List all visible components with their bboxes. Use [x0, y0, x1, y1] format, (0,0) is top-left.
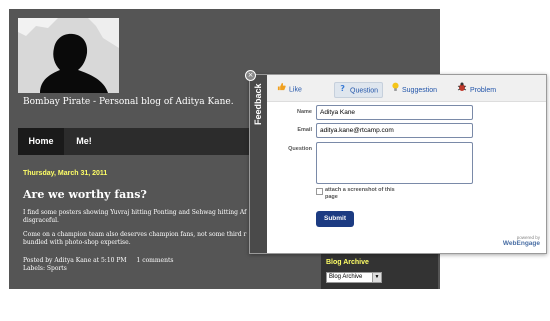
screenshot-checkbox[interactable] [316, 188, 323, 195]
silhouette-image [18, 18, 119, 93]
post-paragraph: I find some posters showing Yuvraj hitti… [23, 209, 247, 224]
comments-link[interactable]: 1 comments [136, 257, 173, 264]
archive-select[interactable]: Blog Archive ▼ [326, 272, 382, 283]
archive-select-value: Blog Archive [329, 274, 363, 280]
post-paragraph: Come on a champion team also deserves ch… [23, 231, 247, 246]
tab-suggestion[interactable]: Suggestion [392, 82, 437, 96]
tab-question[interactable]: ? Question [334, 82, 384, 98]
post-footer: Posted by Aditya Kane at 5:10 PM 1 comme… [23, 257, 173, 273]
feedback-widget: Feedback × Like ? Question Suggestion Pr… [245, 70, 547, 254]
email-label: Email [297, 127, 312, 133]
question-label: Question [288, 146, 312, 152]
tab-problem[interactable]: Problem [457, 82, 496, 96]
svg-text:?: ? [340, 83, 345, 92]
lightbulb-icon [392, 82, 399, 98]
blog-header-image [18, 18, 119, 93]
feedback-type-tabs: Like ? Question Suggestion Problem [267, 75, 546, 102]
post-author-line: Posted by Aditya Kane at 5:10 PM [23, 257, 127, 264]
name-field[interactable]: Aditya Kane [316, 105, 473, 120]
webengage-logo: WebEngage [502, 240, 540, 247]
name-label: Name [297, 109, 312, 115]
question-textarea[interactable] [316, 142, 473, 184]
chevron-down-icon[interactable]: ▼ [372, 273, 381, 282]
archive-title: Blog Archive [326, 259, 369, 266]
nav-home-link[interactable]: Home [18, 128, 64, 155]
post-labels[interactable]: Labels: Sports [23, 265, 67, 272]
blog-title: Bombay Pirate - Personal blog of Aditya … [23, 97, 234, 107]
nav-me-link[interactable]: Me! [64, 128, 104, 155]
feedback-side-tab[interactable]: Feedback [250, 75, 267, 253]
question-icon: ? [339, 83, 347, 98]
post-date: Thursday, March 31, 2011 [23, 170, 108, 177]
sidebar-archive: Blog Archive Blog Archive ▼ [321, 253, 438, 289]
feedback-tab-label: Feedback [253, 83, 263, 125]
submit-button[interactable]: Submit [316, 211, 354, 227]
bug-icon [457, 82, 467, 98]
powered-by[interactable]: powered by WebEngage [503, 235, 540, 247]
tab-question-label: Question [350, 87, 379, 95]
tab-like-label: Like [289, 86, 302, 94]
tab-suggestion-label: Suggestion [402, 86, 438, 94]
close-icon[interactable]: × [245, 70, 256, 81]
thumbs-up-icon [277, 82, 286, 97]
tab-problem-label: Problem [470, 86, 497, 94]
screenshot-checkbox-label[interactable]: attach a screenshot of this page [325, 187, 405, 201]
email-field[interactable]: aditya.kane@rtcamp.com [316, 123, 473, 138]
tab-like[interactable]: Like [277, 82, 302, 96]
post-title[interactable]: Are we worthy fans? [23, 188, 147, 201]
